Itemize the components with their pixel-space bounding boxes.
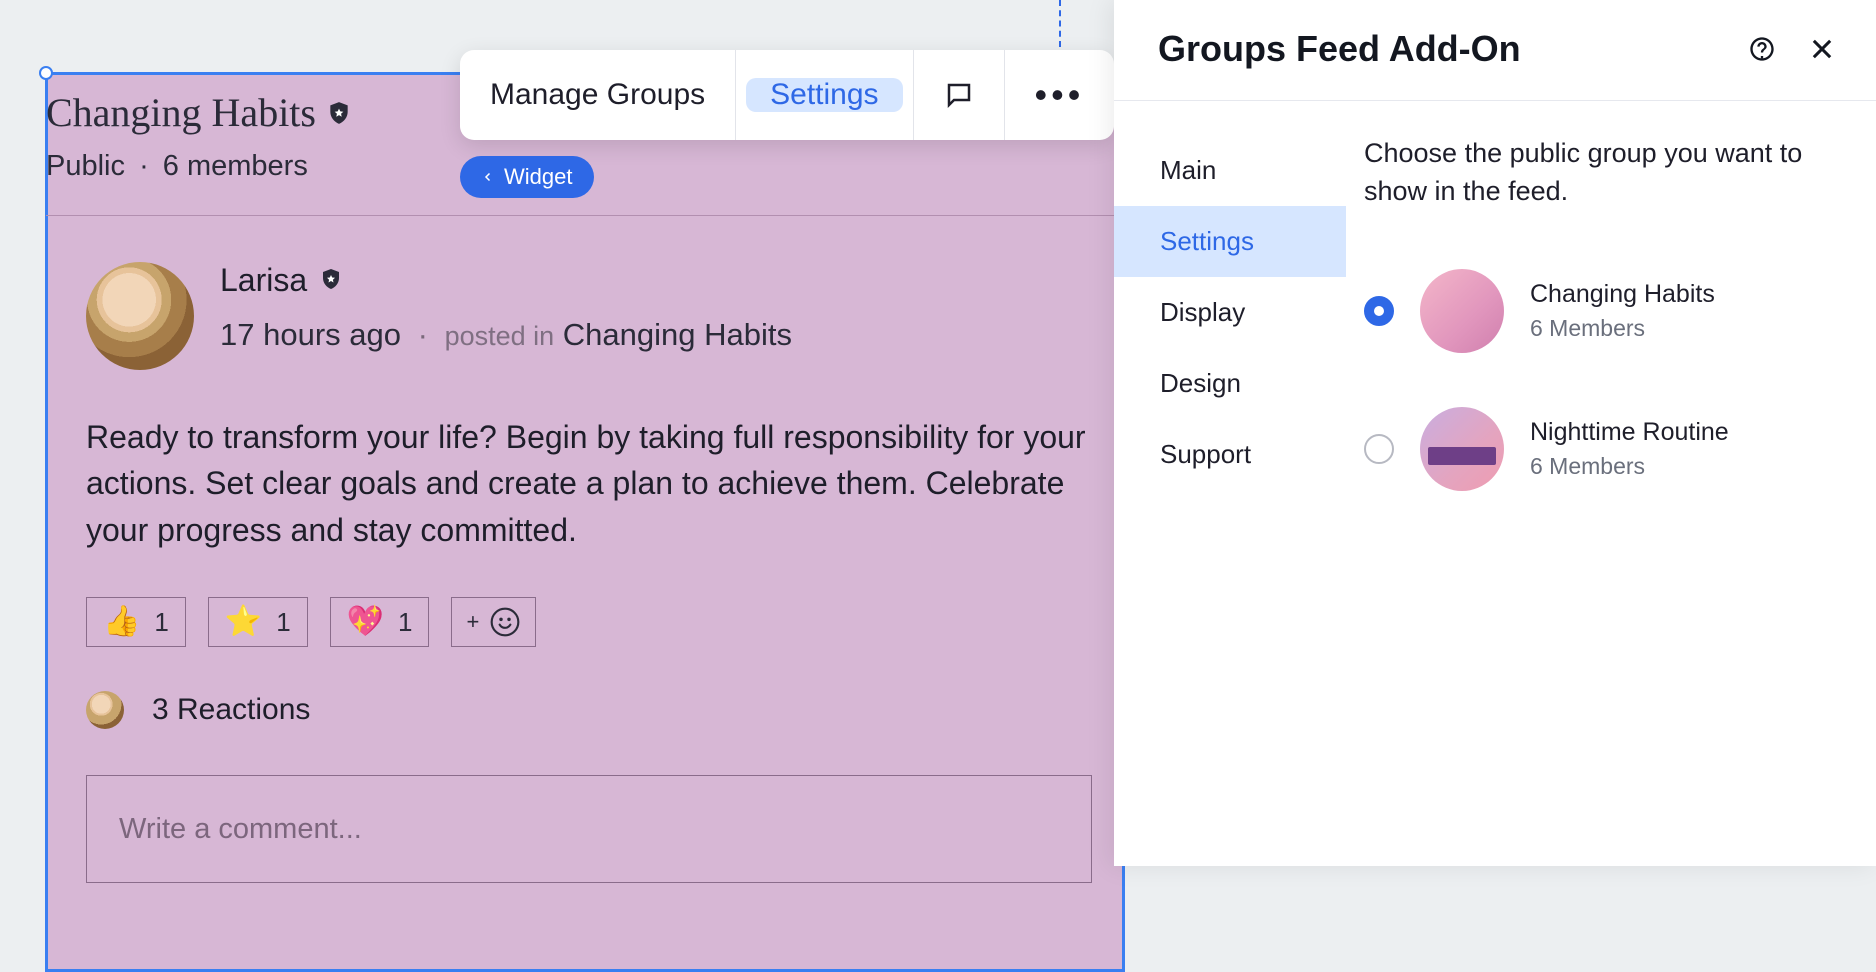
posted-in-group[interactable]: Changing Habits (563, 317, 792, 352)
reaction-count: 1 (276, 607, 290, 638)
post-timestamp: 17 hours ago (220, 317, 401, 352)
author-name[interactable]: Larisa (220, 262, 307, 299)
nav-item-settings[interactable]: Settings (1114, 206, 1346, 277)
manage-groups-label: Manage Groups (490, 78, 705, 112)
panel-header: Groups Feed Add-On (1114, 0, 1876, 101)
admin-badge-icon (326, 100, 352, 126)
group-thumbnail (1420, 269, 1504, 353)
reactions-summary-text: 3 Reactions (152, 693, 310, 727)
group-option-members: 6 Members (1530, 315, 1715, 342)
reaction-count: 1 (398, 607, 412, 638)
nav-item-design[interactable]: Design (1114, 348, 1346, 419)
radio-unselected[interactable] (1364, 434, 1394, 464)
group-option-name: Nighttime Routine (1530, 418, 1729, 447)
author-avatar[interactable] (86, 262, 194, 370)
thumbs-up-icon: 👍 (103, 607, 140, 637)
comment-placeholder: Write a comment... (119, 813, 362, 846)
group-option-members: 6 Members (1530, 453, 1729, 480)
add-reaction-button[interactable]: + (451, 597, 536, 647)
post-body: Ready to transform your life? Begin by t… (86, 414, 1092, 553)
reactions-summary[interactable]: 3 Reactions (86, 691, 1092, 729)
meta-separator: · (139, 150, 149, 182)
posted-in-label: posted in (445, 321, 555, 351)
reaction-heart[interactable]: 💖 1 (330, 597, 430, 647)
help-icon[interactable] (1748, 35, 1776, 63)
post-meta-separator: · (418, 317, 428, 352)
feed-post: Larisa 17 hours ago · posted in Changing… (48, 216, 1122, 913)
group-option-nighttime-routine[interactable]: Nighttime Routine 6 Members (1364, 387, 1832, 525)
panel-description: Choose the public group you want to show… (1364, 135, 1832, 211)
panel-title: Groups Feed Add-On (1158, 28, 1521, 70)
chat-icon (944, 80, 974, 110)
nav-item-support[interactable]: Support (1114, 419, 1346, 490)
group-option-changing-habits[interactable]: Changing Habits 6 Members (1364, 249, 1832, 387)
reactor-avatar (86, 691, 124, 729)
group-title: Changing Habits (46, 89, 316, 136)
manage-groups-button[interactable]: Manage Groups (460, 50, 736, 140)
reaction-count: 1 (154, 607, 168, 638)
widget-breadcrumb-pill[interactable]: Widget (460, 156, 594, 198)
panel-content: Choose the public group you want to show… (1346, 101, 1876, 866)
smile-icon (489, 606, 521, 638)
plus-icon: + (466, 609, 479, 635)
settings-button-wrap: Settings (736, 50, 913, 140)
comments-icon-button[interactable] (914, 50, 1005, 140)
nav-item-display[interactable]: Display (1114, 277, 1346, 348)
reaction-thumbs-up[interactable]: 👍 1 (86, 597, 186, 647)
settings-label: Settings (770, 78, 878, 112)
panel-nav: Main Settings Display Design Support (1114, 101, 1346, 866)
chevron-left-icon (482, 171, 494, 183)
close-icon[interactable] (1808, 35, 1836, 63)
widget-label: Widget (504, 164, 572, 190)
settings-panel: Groups Feed Add-On Main Settings Display… (1114, 0, 1876, 866)
radio-selected[interactable] (1364, 296, 1394, 326)
comment-input[interactable]: Write a comment... (86, 775, 1092, 883)
group-visibility: Public (46, 150, 125, 182)
group-thumbnail (1420, 407, 1504, 491)
group-member-count: 6 members (163, 150, 308, 182)
author-badge-icon (319, 262, 343, 299)
star-icon: ⭐ (225, 607, 262, 637)
selection-handle-tl[interactable] (39, 66, 53, 80)
nav-item-main[interactable]: Main (1114, 135, 1346, 206)
more-options-button[interactable]: ••• (1005, 50, 1115, 140)
reactions-row: 👍 1 ⭐ 1 💖 1 + (86, 597, 1092, 647)
settings-button[interactable]: Settings (746, 78, 902, 112)
more-icon: ••• (1035, 74, 1085, 116)
reaction-star[interactable]: ⭐ 1 (208, 597, 308, 647)
group-feed-widget[interactable]: Changing Habits Public · 6 members Laris… (45, 72, 1125, 972)
widget-action-toolbar: Manage Groups Settings ••• (460, 50, 1114, 140)
group-option-name: Changing Habits (1530, 280, 1715, 309)
heart-icon: 💖 (347, 607, 384, 637)
